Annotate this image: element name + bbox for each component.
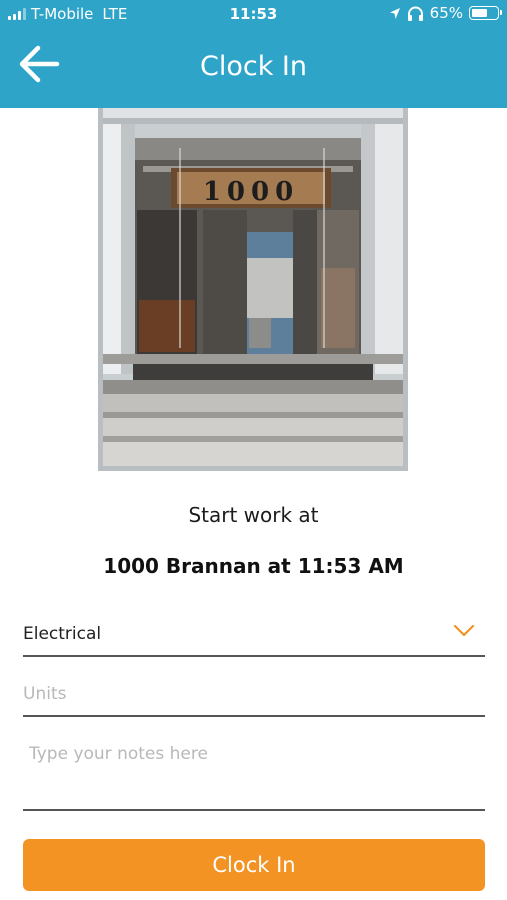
status-right: 65% [389,4,502,22]
status-bar: T-Mobile LTE 11:53 65% [0,0,507,28]
battery-level-fill [472,9,487,17]
clock-in-button[interactable]: Clock In [23,839,485,891]
nav-bar: Clock In [0,28,507,108]
address-sign: 1000 [203,177,299,207]
trade-select[interactable]: Electrical [23,612,485,657]
units-field [23,670,485,717]
chevron-down-icon [453,624,475,637]
location-time-line: 1000 Brannan at 11:53 AM [103,554,404,578]
page-title: Clock In [199,51,307,82]
units-input[interactable] [23,682,485,706]
headphones-icon [407,6,423,21]
battery-icon [469,6,502,20]
start-work-label: Start work at [188,503,319,527]
battery-percent: 65% [429,4,463,22]
notes-field [23,730,485,811]
location-arrow-icon [389,7,400,19]
trade-select-value: Electrical [23,624,102,644]
building-entrance-image: 1000 [103,108,403,466]
location-photo: 1000 [98,108,408,471]
notes-input[interactable] [29,744,479,804]
